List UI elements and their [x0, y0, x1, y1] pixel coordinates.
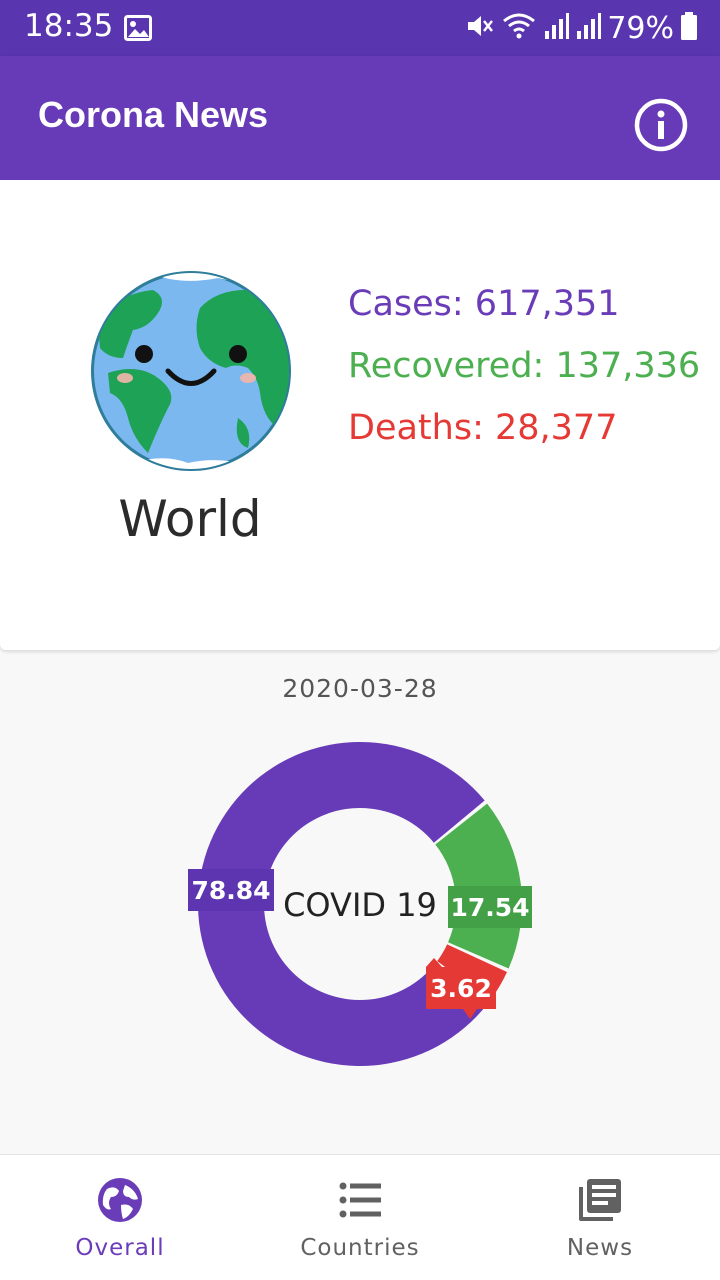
deaths-stat: Deaths: 28,377 [348, 408, 618, 448]
recovered-stat: Recovered: 137,336 [348, 346, 701, 386]
battery-percent: 79% [607, 10, 674, 46]
donut-chart: COVID 19 78.84 17.54 3.62 [188, 741, 532, 1066]
nav-overall[interactable]: Overall [0, 1155, 240, 1280]
app-bar: Corona News [0, 56, 720, 180]
data-label-recovered: 17.54 [448, 886, 532, 928]
region-name: World [118, 490, 262, 548]
data-label-cases: 78.84 [188, 869, 274, 911]
cases-stat: Cases: 617,351 [348, 284, 620, 324]
data-label-text: 78.84 [191, 876, 270, 905]
image-notification-icon [124, 15, 152, 45]
chart-area: 2020-03-28 COVID 19 78.84 17.54 3.62 [0, 650, 720, 1150]
data-label-text: 17.54 [450, 893, 529, 922]
nav-news[interactable]: News [480, 1155, 720, 1280]
news-icon [579, 1179, 621, 1221]
nav-overall-label: Overall [75, 1235, 165, 1261]
battery-icon [680, 11, 698, 45]
signal-icon-1 [543, 11, 570, 45]
mute-icon [465, 11, 495, 45]
bottom-nav: Overall Countries News [0, 1154, 720, 1280]
summary-card: World Cases: 617,351 Recovered: 137,336 … [0, 180, 720, 650]
info-button[interactable] [632, 96, 690, 154]
data-label-text: 3.62 [430, 974, 492, 1003]
globe-icon [98, 1178, 142, 1222]
status-bar: 18:35 79% [0, 0, 720, 56]
wifi-icon [501, 11, 537, 45]
app-title: Corona News [38, 94, 269, 135]
status-indicators: 79% [465, 8, 698, 48]
info-icon [634, 98, 688, 152]
status-time: 18:35 [24, 8, 114, 44]
donut-center-label: COVID 19 [283, 886, 437, 924]
world-globe-icon [88, 268, 294, 474]
nav-countries[interactable]: Countries [240, 1155, 480, 1280]
signal-icon-2 [575, 11, 602, 45]
nav-news-label: News [566, 1235, 634, 1261]
list-icon [339, 1182, 381, 1218]
nav-countries-label: Countries [300, 1235, 420, 1261]
